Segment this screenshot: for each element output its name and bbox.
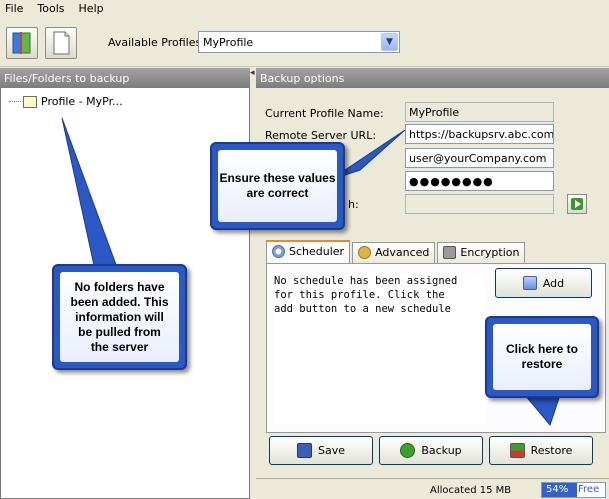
callout-check-values-text: Ensure these values are correct [218, 150, 337, 222]
callout-no-folders-text: No folders have been added. This informa… [60, 272, 179, 362]
callout-restore: Click here to restore [485, 316, 599, 398]
callout-pointers [61, 117, 561, 427]
callout-no-folders: No folders have been added. This informa… [52, 264, 187, 370]
callout-restore-text: Click here to restore [493, 324, 591, 390]
callout-check-values: Ensure these values are correct [210, 142, 345, 230]
